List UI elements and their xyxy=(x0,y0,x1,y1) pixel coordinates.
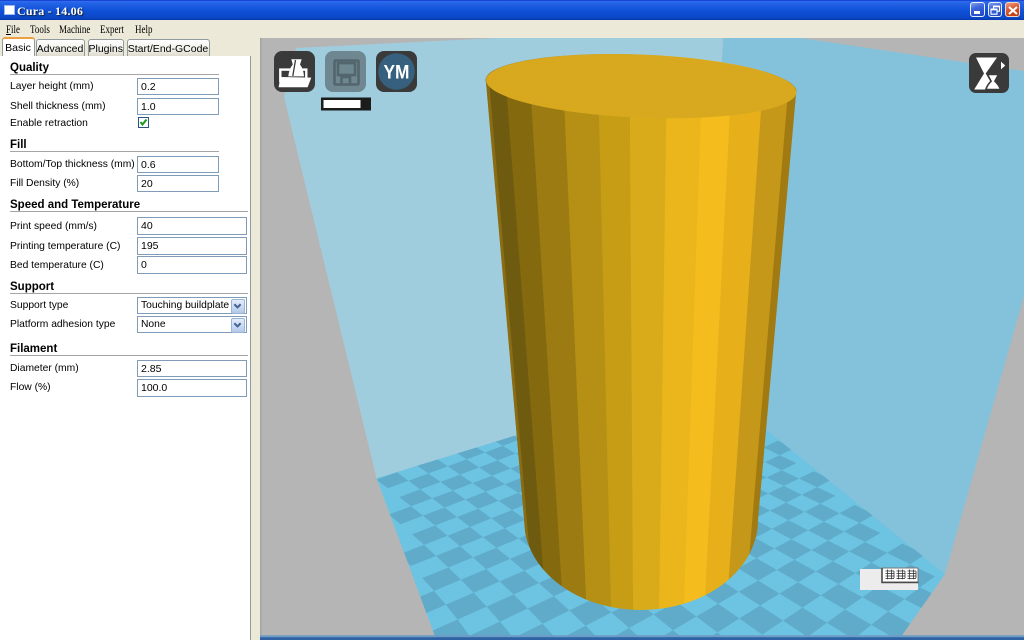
svg-text:YM: YM xyxy=(384,63,410,84)
